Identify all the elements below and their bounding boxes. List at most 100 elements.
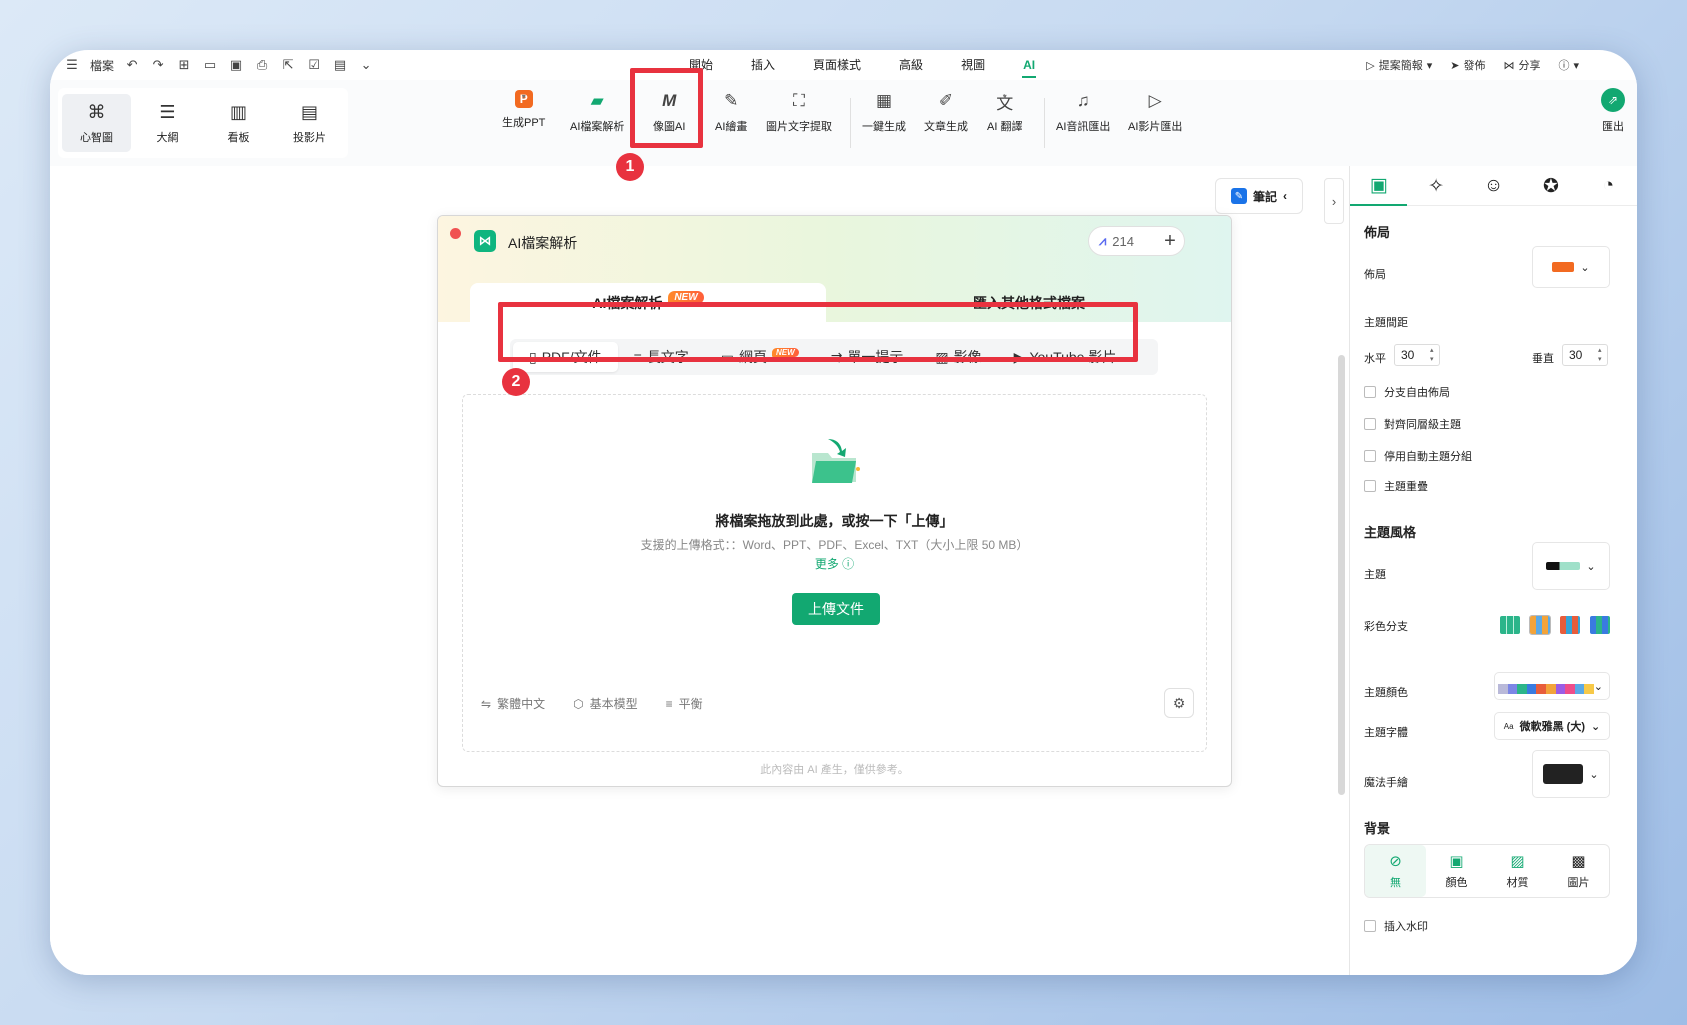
font-icon: Aa xyxy=(1503,721,1514,731)
upload-file-button[interactable]: 上傳文件 xyxy=(792,593,880,625)
checkbox[interactable] xyxy=(1364,386,1376,398)
panel-tab-ai[interactable]: ✧ xyxy=(1407,166,1464,206)
highlight-image-ai xyxy=(630,68,703,148)
open-folder-icon[interactable]: ▭ xyxy=(202,57,218,73)
panel-tabs: ▣ ✧ ☺ ✪ ◔ xyxy=(1350,166,1637,206)
publish-button[interactable]: ➤ 發佈 xyxy=(1450,57,1485,73)
panel-tab-layout[interactable]: ▣ xyxy=(1350,166,1408,206)
ocr-button[interactable]: ⛶ 圖片文字提取 xyxy=(766,90,832,134)
share-button[interactable]: ⋈ 分享 xyxy=(1503,57,1540,73)
gen-ppt-button[interactable]: P 生成PPT ▾ xyxy=(502,90,545,130)
chevron-right-icon: › xyxy=(1331,193,1337,209)
more-link[interactable]: 更多 ⓘ xyxy=(463,555,1206,572)
gear-icon: ⚙ xyxy=(1172,694,1186,711)
hand-drawn-preview xyxy=(1543,764,1584,784)
bg-color-button[interactable]: ▣ 顏色 xyxy=(1426,845,1487,897)
checkbox[interactable] xyxy=(1364,920,1376,932)
presentation-button[interactable]: ▷ 提案簡報 ▾ xyxy=(1366,57,1432,73)
canvas-scrollbar[interactable] xyxy=(1338,355,1345,795)
checkbox-align-siblings[interactable]: 對齊同層級主題 xyxy=(1364,416,1461,432)
clock-icon: ◔ xyxy=(1602,175,1615,196)
rainbow-option-3[interactable] xyxy=(1560,616,1580,634)
language-icon: ⇋ xyxy=(481,696,492,711)
undo-icon[interactable]: ↶ xyxy=(124,57,140,73)
slash-icon: ⊘ xyxy=(1389,853,1402,870)
ai-draw-button[interactable]: ✎ AI繪畫 xyxy=(715,90,747,134)
export-button[interactable]: ⇗ 匯出 xyxy=(1601,88,1625,134)
tab-advanced[interactable]: 高級 xyxy=(880,50,942,80)
menu-icon[interactable]: ☰ xyxy=(64,57,80,73)
redo-icon[interactable]: ↷ xyxy=(150,57,166,73)
ai-audio-export-button[interactable]: ♫ AI音訊匯出 xyxy=(1056,90,1110,134)
rainbow-option-2[interactable] xyxy=(1529,615,1551,635)
slides-icon: ▤ xyxy=(300,101,318,122)
hand-drawn-select[interactable]: ⌄ xyxy=(1532,750,1610,798)
close-dialog-button[interactable] xyxy=(450,228,461,239)
drop-zone-title: 將檔案拖放到此處，或按一下「上傳」 xyxy=(715,513,954,529)
file-parse-icon: ▰ xyxy=(590,91,604,110)
panel-tab-history[interactable]: ◔ xyxy=(1580,166,1637,206)
plus-icon: + xyxy=(1164,229,1176,252)
model-option[interactable]: ⬡ 基本模型 xyxy=(573,695,638,712)
chevron-down-icon: ▾ xyxy=(521,92,526,101)
tab-view[interactable]: 視圖 xyxy=(942,50,1004,80)
audio-icon: ♫ xyxy=(1076,91,1090,110)
save-icon[interactable]: ▣ xyxy=(228,57,244,73)
horizontal-spacing-input[interactable]: 30 xyxy=(1394,344,1440,366)
language-option[interactable]: ⇋ 繁體中文 xyxy=(481,695,545,712)
vertical-spacing-input[interactable]: 30 xyxy=(1562,344,1608,366)
checkbox-topic-overlap[interactable]: 主題重疊 xyxy=(1364,478,1428,494)
article-generate-button[interactable]: ✐ 文章生成 xyxy=(924,90,968,134)
ai-video-export-button[interactable]: ▷ AI影片匯出 xyxy=(1128,90,1182,134)
checkbox[interactable] xyxy=(1364,418,1376,430)
settings-button[interactable]: ⚙ xyxy=(1164,688,1194,718)
help-icon: ⓘ xyxy=(842,557,855,571)
checkbox[interactable] xyxy=(1364,450,1376,462)
rainbow-option-1[interactable] xyxy=(1500,616,1520,634)
new-file-icon[interactable]: ⊞ xyxy=(176,57,192,73)
panel-tab-sticker[interactable]: ☺ xyxy=(1465,166,1522,206)
ai-translate-button[interactable]: 文 AI 翻譯 ▾ xyxy=(987,90,1022,134)
checkbox-disable-auto-group[interactable]: 停用自動主題分組 xyxy=(1364,448,1472,464)
help-button[interactable]: ⓘ ▾ xyxy=(1558,57,1579,73)
tab-page-style[interactable]: 頁面樣式 xyxy=(794,50,880,80)
panel-collapse-button[interactable]: › xyxy=(1324,178,1344,224)
tab-insert[interactable]: 插入 xyxy=(732,50,794,80)
add-credits-button[interactable]: + xyxy=(1155,226,1185,256)
view-outline-button[interactable]: ☰ 大綱 xyxy=(133,94,202,152)
view-slides-button[interactable]: ▤ 投影片 xyxy=(275,94,344,152)
layout-icon: ▣ xyxy=(1369,174,1388,196)
outline-icon: ☰ xyxy=(159,101,176,122)
rainbow-option-4[interactable] xyxy=(1590,616,1610,634)
checkbox-free-layout[interactable]: 分支自由佈局 xyxy=(1364,384,1450,400)
checkbox-watermark[interactable]: 插入水印 xyxy=(1364,918,1428,934)
save-as-icon[interactable]: ▤ xyxy=(332,57,348,73)
theme-font-label: 主題字體 xyxy=(1364,727,1408,739)
one-click-generate-button[interactable]: ▦ 一鍵生成 xyxy=(862,90,906,134)
notes-button[interactable]: ✎ 筆記 ‹ xyxy=(1215,178,1303,214)
checkbox[interactable] xyxy=(1364,480,1376,492)
mode-option[interactable]: ≡ 平衡 xyxy=(666,695,703,712)
ai-file-parse-button[interactable]: ▰ AI檔案解析 xyxy=(570,90,624,134)
layout-header: 佈局 xyxy=(1364,225,1391,240)
sparkle-icon: ✧ xyxy=(1428,175,1445,197)
bg-texture-button[interactable]: ▨ 材質 xyxy=(1487,845,1548,897)
checkbox-icon[interactable]: ☑ xyxy=(306,57,322,73)
ai-draw-icon: ✎ xyxy=(724,91,739,110)
panel-tab-style[interactable]: ✪ xyxy=(1522,166,1579,206)
share-icon: ⋈ xyxy=(1503,59,1515,72)
theme-font-select[interactable]: Aa 微軟雅黑 (大) ⌄ xyxy=(1494,712,1610,740)
export-icon[interactable]: ⇱ xyxy=(280,57,296,73)
tab-ai[interactable]: AI xyxy=(1004,50,1054,80)
layout-select[interactable]: ⌄ xyxy=(1532,246,1610,288)
bg-image-button[interactable]: ▩ 圖片 xyxy=(1548,845,1609,897)
print-icon[interactable]: ⎙ xyxy=(254,57,270,73)
help-icon: ⓘ xyxy=(1558,60,1570,72)
file-drop-zone[interactable]: 將檔案拖放到此處，或按一下「上傳」 支援的上傳格式：：Word、PPT、PDF、… xyxy=(462,394,1207,752)
more-icon[interactable]: ⌄ xyxy=(358,57,374,73)
view-kanban-button[interactable]: ▥ 看板 xyxy=(204,94,273,152)
bg-none-button[interactable]: ⊘ 無 xyxy=(1365,845,1426,897)
theme-select[interactable]: ⌄ xyxy=(1532,542,1610,590)
file-menu[interactable]: 檔案 xyxy=(90,57,114,74)
view-mindmap-button[interactable]: ⌘ 心智圖 xyxy=(62,94,131,152)
